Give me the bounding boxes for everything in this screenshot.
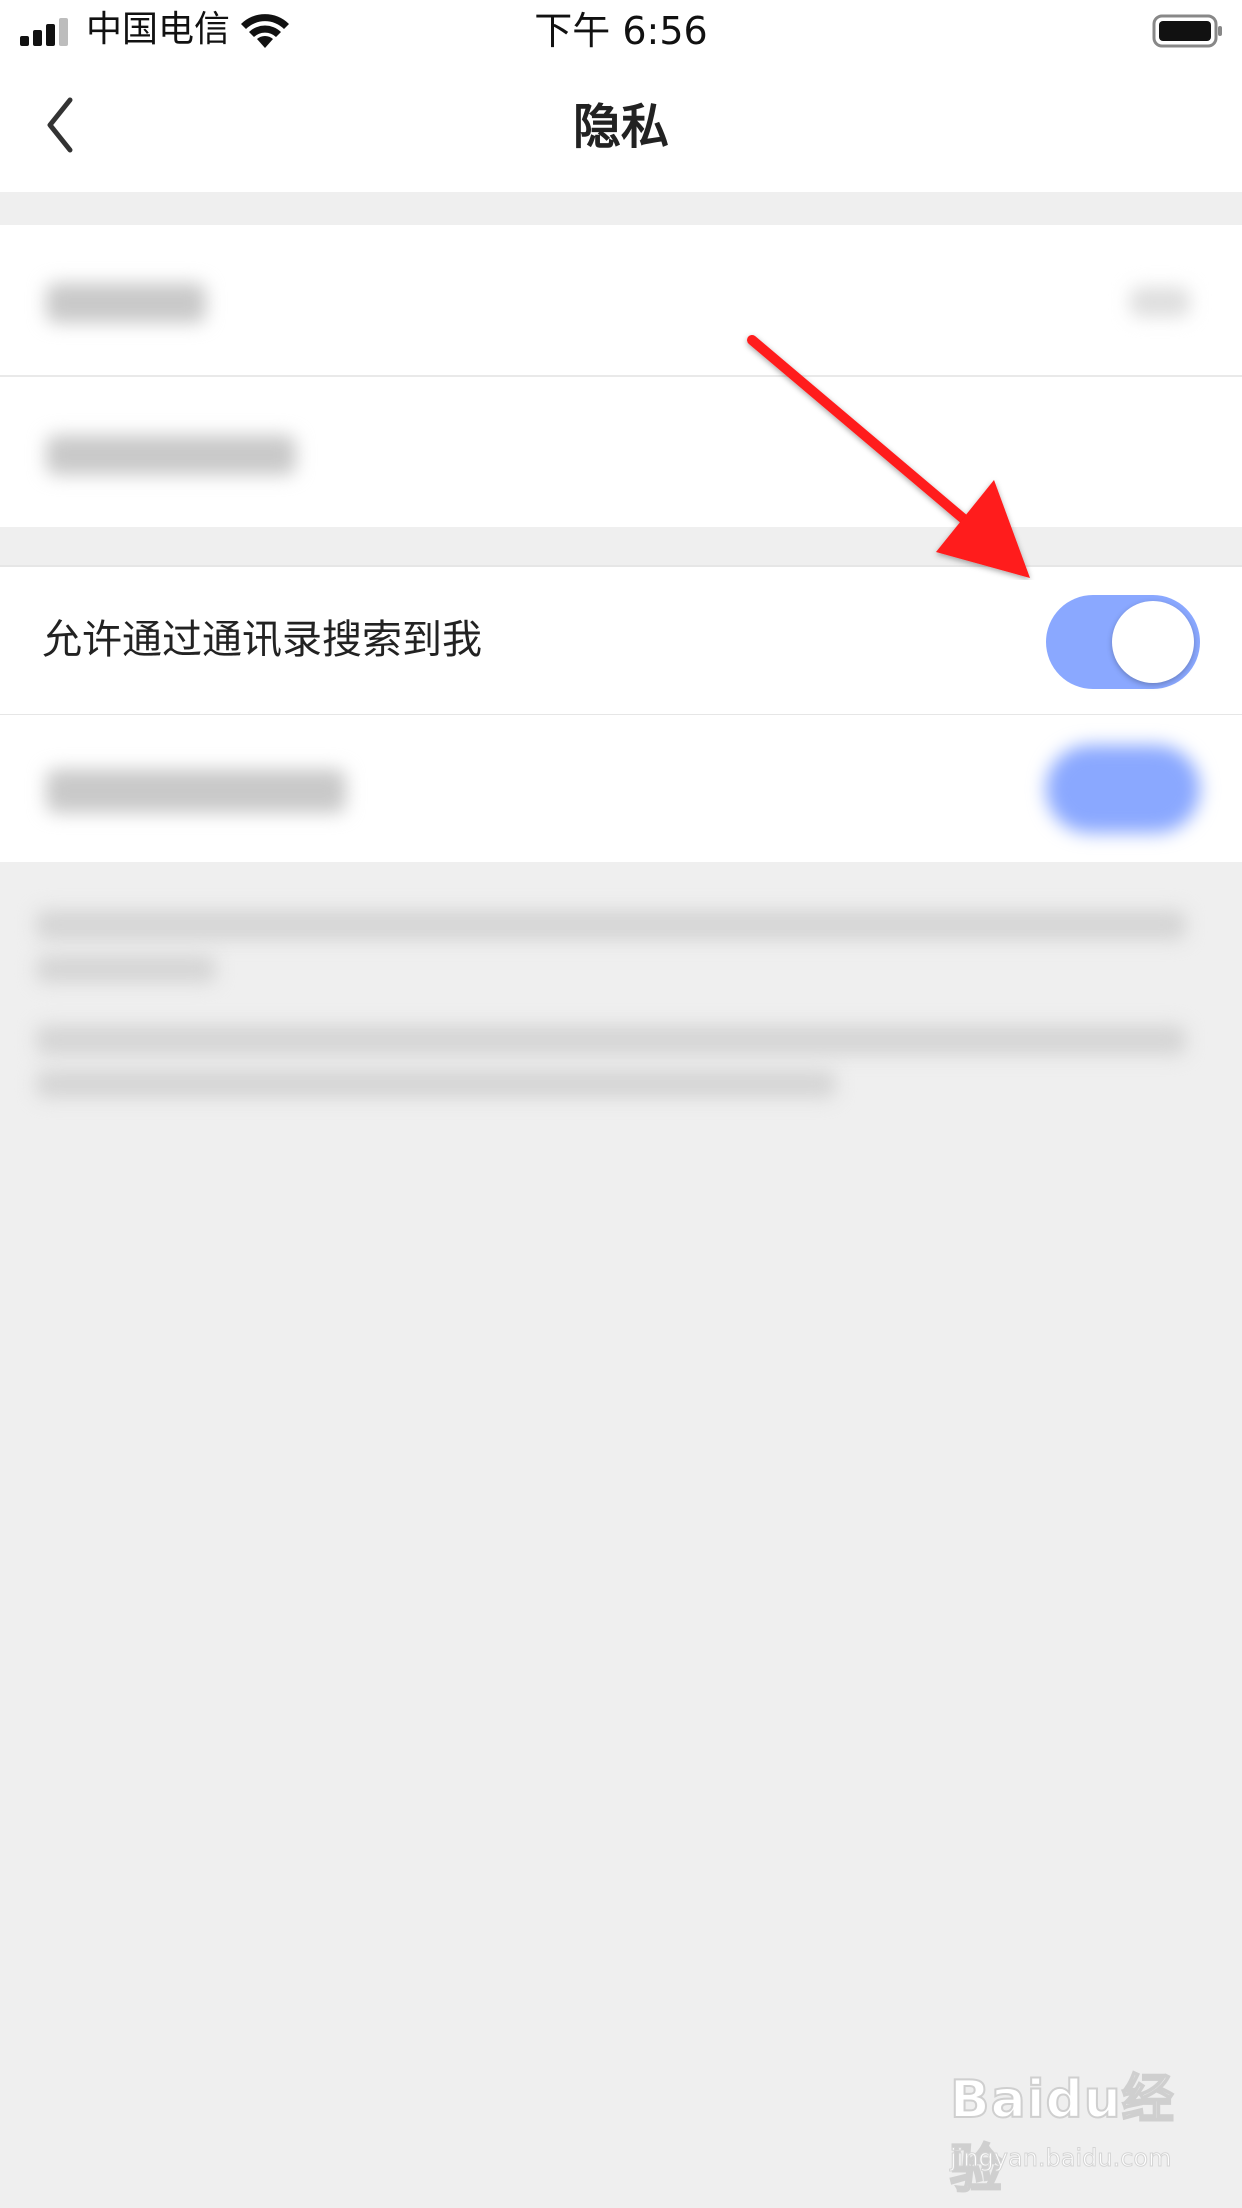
blurred-toggle-group <box>0 715 1242 862</box>
contacts-search-toggle[interactable] <box>1046 595 1200 689</box>
contacts-search-row: 允许通过通讯录搜索到我 <box>0 567 1242 714</box>
blurred-setting-row[interactable] <box>0 715 1242 862</box>
status-bar: 中国电信 下午 6:56 <box>0 0 1242 62</box>
blurred-setting-row[interactable] <box>0 377 1242 527</box>
watermark-url: jingyan.baidu.com <box>949 2144 1172 2173</box>
contacts-search-group: 允许通过通讯录搜索到我 <box>0 565 1242 716</box>
contacts-search-label: 允许通过通讯录搜索到我 <box>42 617 482 663</box>
page-title: 隐私 <box>572 99 669 155</box>
blurred-setting-row[interactable] <box>0 225 1242 377</box>
watermark-brand: Baidu经验 <box>949 2069 1175 2201</box>
battery-icon <box>1152 14 1222 48</box>
status-time: 下午 6:56 <box>534 9 708 53</box>
privacy-group-top <box>0 225 1242 527</box>
nav-bar: 隐私 <box>0 62 1242 192</box>
baidu-jingyan-watermark: Baidu经验 jingyan.baidu.com <box>949 2065 1190 2201</box>
toggle-knob <box>1112 601 1194 683</box>
